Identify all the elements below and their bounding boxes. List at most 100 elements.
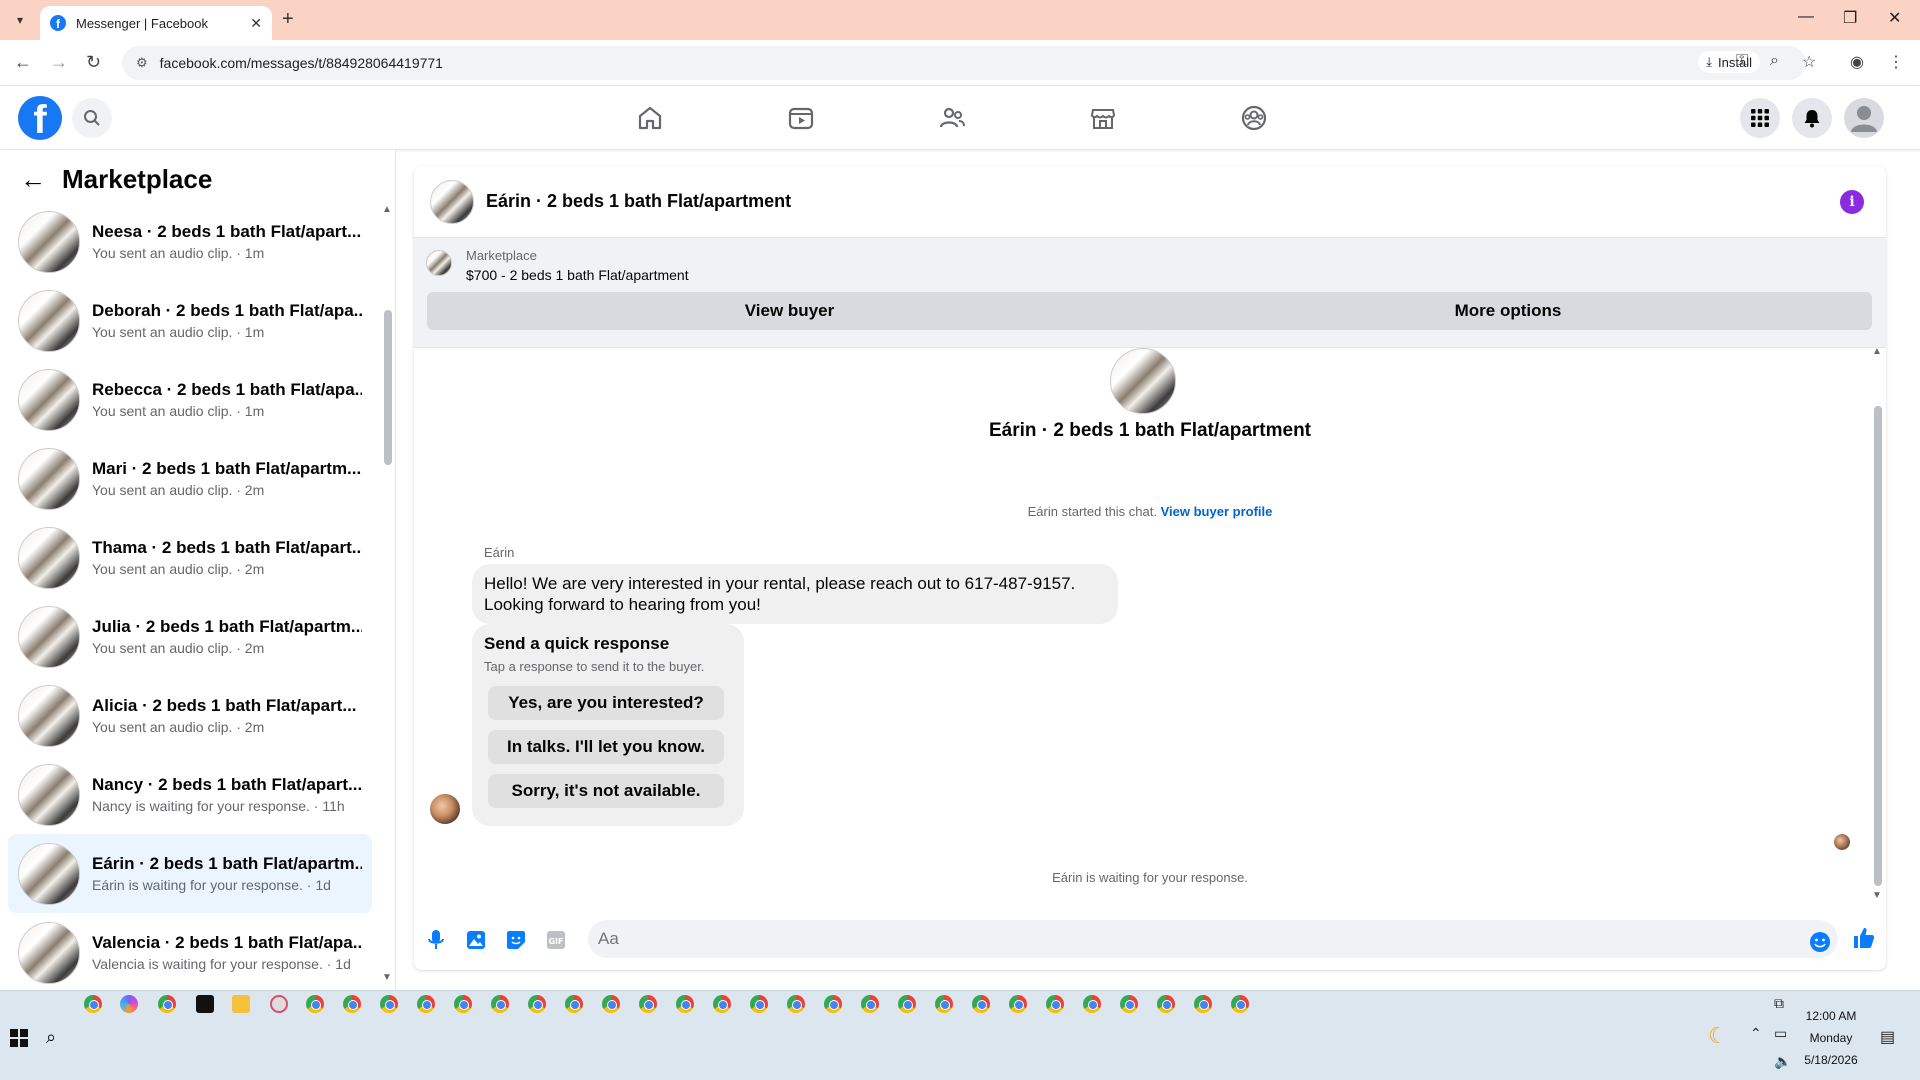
view-buyer-button[interactable]: View buyer bbox=[427, 292, 1152, 330]
night-light-icon[interactable]: ☾ bbox=[1708, 1023, 1728, 1049]
listing-title[interactable]: $700 - 2 beds 1 bath Flat/apartment bbox=[466, 267, 689, 283]
chrome-taskbar-icon[interactable] bbox=[935, 995, 953, 1013]
chrome-taskbar-icon[interactable] bbox=[1231, 995, 1249, 1013]
back-arrow-icon[interactable]: ← bbox=[20, 164, 46, 195]
sender-avatar[interactable] bbox=[430, 794, 460, 824]
chrome-taskbar-icon[interactable] bbox=[1194, 995, 1212, 1013]
message-bubble[interactable]: Hello! We are very interested in your re… bbox=[472, 564, 1118, 624]
reload-button[interactable]: ↻ bbox=[86, 52, 101, 73]
tab-search-dropdown[interactable]: ▾ bbox=[8, 8, 32, 32]
conversation-item[interactable]: Neesa · 2 beds 1 bath Flat/apart... You s… bbox=[8, 202, 372, 281]
message-input-wrapper[interactable] bbox=[588, 920, 1838, 958]
conversation-item[interactable]: Rebecca · 2 beds 1 bath Flat/apa... You s… bbox=[8, 360, 372, 439]
chrome-taskbar-icon[interactable] bbox=[565, 995, 583, 1013]
conversation-item[interactable]: Mari · 2 beds 1 bath Flat/apartm... You s… bbox=[8, 439, 372, 518]
message-input[interactable] bbox=[598, 929, 1838, 949]
tab-close-icon[interactable]: ✕ bbox=[250, 15, 262, 32]
view-buyer-profile-link[interactable]: View buyer profile bbox=[1161, 504, 1273, 519]
nav-groups-button[interactable] bbox=[1238, 102, 1270, 134]
quick-response-button[interactable]: In talks. I'll let you know. bbox=[488, 730, 724, 764]
emoji-button[interactable] bbox=[1808, 930, 1832, 954]
chat-title[interactable]: Eárin · 2 beds 1 bath Flat/apartment bbox=[486, 191, 791, 212]
chrome-taskbar-icon[interactable] bbox=[454, 995, 472, 1013]
conversation-scrollbar[interactable] bbox=[384, 310, 392, 465]
profile-icon[interactable]: ◉ bbox=[1850, 52, 1864, 72]
url-text[interactable]: facebook.com/messages/t/884928064419771 bbox=[160, 55, 443, 71]
site-info-icon[interactable]: ⚙ bbox=[136, 55, 148, 71]
notification-center-icon[interactable]: ▤ bbox=[1880, 1027, 1895, 1047]
info-icon[interactable]: i bbox=[1840, 190, 1864, 214]
terminal-taskbar-icon[interactable] bbox=[196, 995, 214, 1013]
minimize-button[interactable]: — bbox=[1798, 8, 1814, 26]
chat-scrollbar[interactable] bbox=[1874, 406, 1882, 886]
new-tab-button[interactable]: + bbox=[282, 8, 294, 31]
chrome-taskbar-icon[interactable] bbox=[1120, 995, 1138, 1013]
quick-response-button[interactable]: Yes, are you interested? bbox=[488, 686, 724, 720]
like-button[interactable] bbox=[1852, 926, 1876, 950]
window-close-button[interactable]: ✕ bbox=[1888, 8, 1901, 28]
system-clock[interactable]: 12:00 AM Monday 5/18/2026 bbox=[1796, 1005, 1866, 1071]
nav-friends-button[interactable] bbox=[936, 102, 968, 134]
chrome-taskbar-icon[interactable] bbox=[750, 995, 768, 1013]
conversation-item[interactable]: Thama · 2 beds 1 bath Flat/apart... You s… bbox=[8, 518, 372, 597]
tray-device-icon[interactable]: ⧉ bbox=[1774, 995, 1784, 1012]
conversation-item[interactable]: Valencia · 2 beds 1 bath Flat/apa... Vale… bbox=[8, 913, 372, 992]
taskbar-search-icon[interactable]: ⌕ bbox=[46, 1027, 56, 1048]
nav-video-button[interactable] bbox=[785, 102, 817, 134]
password-key-icon[interactable]: ⚿ bbox=[1736, 52, 1748, 70]
bookmark-star-icon[interactable]: ☆ bbox=[1802, 52, 1816, 72]
chrome-taskbar-icon[interactable] bbox=[972, 995, 990, 1013]
chrome-taskbar-icon[interactable] bbox=[84, 995, 102, 1013]
chrome-taskbar-icon[interactable] bbox=[1157, 995, 1175, 1013]
chat-scroll-up-arrow[interactable]: ▲ bbox=[1872, 346, 1882, 357]
tray-expand-icon[interactable]: ⌃ bbox=[1750, 1025, 1762, 1042]
conversation-item-active[interactable]: Eárin · 2 beds 1 bath Flat/apartm... Eári… bbox=[8, 834, 372, 913]
sticker-button[interactable] bbox=[504, 928, 528, 952]
chrome-taskbar-icon[interactable] bbox=[306, 995, 324, 1013]
omnibox[interactable]: ⚙ facebook.com/messages/t/88492806441977… bbox=[122, 46, 1806, 80]
chrome-taskbar-icon[interactable] bbox=[602, 995, 620, 1013]
chrome-taskbar-icon[interactable] bbox=[898, 995, 916, 1013]
chat-scroll-down-arrow[interactable]: ▼ bbox=[1872, 890, 1882, 901]
app-taskbar-icon[interactable] bbox=[270, 995, 288, 1013]
forward-button[interactable]: → bbox=[50, 52, 68, 73]
quick-response-button[interactable]: Sorry, it's not available. bbox=[488, 774, 724, 808]
chat-header-avatar[interactable] bbox=[430, 179, 474, 224]
chrome-taskbar-icon[interactable] bbox=[787, 995, 805, 1013]
copilot-taskbar-icon[interactable] bbox=[120, 995, 138, 1013]
chrome-taskbar-icon[interactable] bbox=[417, 995, 435, 1013]
browser-menu-icon[interactable]: ⋮ bbox=[1888, 52, 1904, 72]
listing-thumbnail[interactable] bbox=[426, 250, 452, 276]
browser-tab[interactable]: f Messenger | Facebook ✕ bbox=[40, 6, 272, 40]
chrome-taskbar-icon[interactable] bbox=[824, 995, 842, 1013]
install-app-button[interactable]: ⤓ Install bbox=[1698, 51, 1760, 73]
chrome-taskbar-icon[interactable] bbox=[713, 995, 731, 1013]
notifications-button[interactable] bbox=[1792, 98, 1832, 138]
chrome-taskbar-icon[interactable] bbox=[676, 995, 694, 1013]
attach-photo-button[interactable] bbox=[464, 928, 488, 952]
scroll-up-arrow[interactable]: ▲ bbox=[382, 204, 392, 215]
chrome-taskbar-icon[interactable] bbox=[528, 995, 546, 1013]
volume-icon[interactable]: 🔈 bbox=[1774, 1053, 1791, 1070]
conversation-item[interactable]: Deborah · 2 beds 1 bath Flat/apa... You s… bbox=[8, 281, 372, 360]
chrome-taskbar-icon[interactable] bbox=[343, 995, 361, 1013]
nav-marketplace-button[interactable] bbox=[1087, 102, 1119, 134]
more-options-button[interactable]: More options bbox=[1144, 292, 1872, 330]
chrome-taskbar-icon[interactable] bbox=[1083, 995, 1101, 1013]
chrome-taskbar-icon[interactable] bbox=[1046, 995, 1064, 1013]
nav-home-button[interactable] bbox=[634, 102, 666, 134]
zoom-icon[interactable]: ⌕ bbox=[1770, 52, 1779, 70]
start-button[interactable] bbox=[10, 1029, 28, 1047]
voice-clip-button[interactable] bbox=[424, 928, 448, 952]
file-explorer-taskbar-icon[interactable] bbox=[232, 995, 250, 1013]
chrome-taskbar-icon[interactable] bbox=[1009, 995, 1027, 1013]
account-button[interactable] bbox=[1844, 98, 1884, 138]
network-icon[interactable]: ▭ bbox=[1774, 1025, 1787, 1042]
chrome-taskbar-icon[interactable] bbox=[861, 995, 879, 1013]
back-button[interactable]: ← bbox=[14, 52, 32, 73]
gif-button[interactable]: GIF bbox=[544, 928, 568, 952]
scroll-down-arrow[interactable]: ▼ bbox=[382, 972, 392, 983]
search-button[interactable] bbox=[72, 98, 112, 138]
chrome-taskbar-icon[interactable] bbox=[158, 995, 176, 1013]
conversation-item[interactable]: Julia · 2 beds 1 bath Flat/apartm... You … bbox=[8, 597, 372, 676]
